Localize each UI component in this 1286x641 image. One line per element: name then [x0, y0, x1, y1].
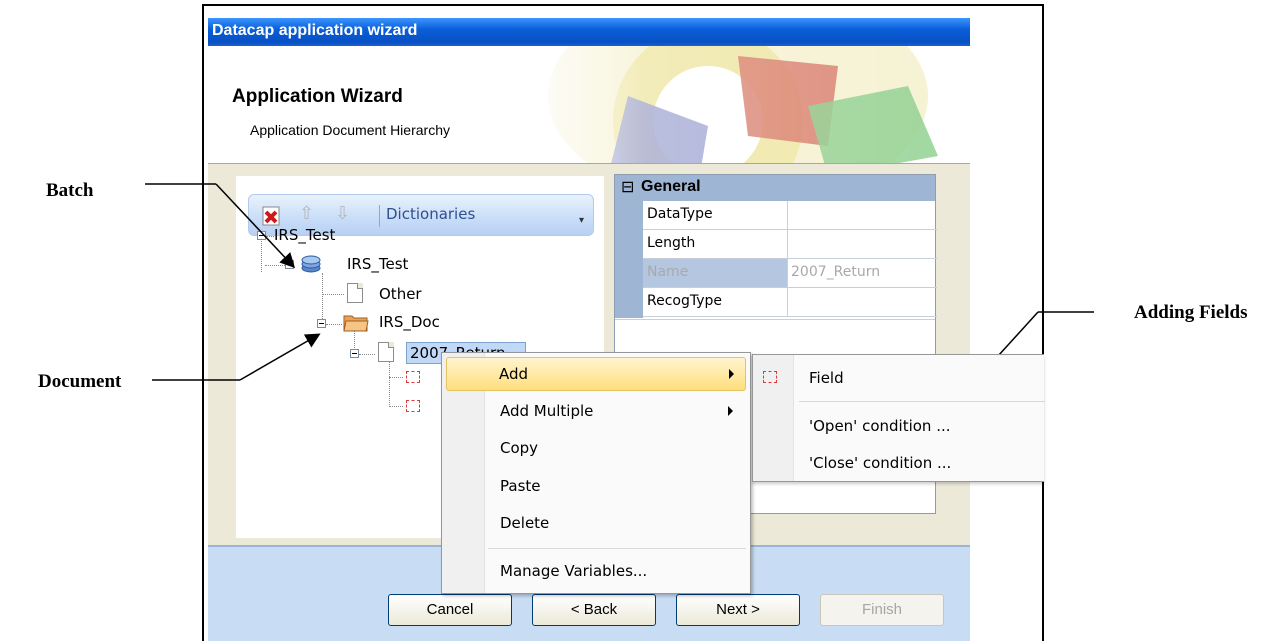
menu-item-paste[interactable]: Paste: [446, 470, 746, 504]
menu-item-label: Paste: [500, 477, 541, 495]
submenu-arrow-icon: [728, 406, 733, 416]
submenu-item-open-condition[interactable]: 'Open' condition ...: [809, 417, 951, 435]
submenu-item-field[interactable]: Field: [809, 369, 844, 387]
document-arrow: [152, 333, 321, 381]
menu-item-label: Delete: [500, 514, 550, 532]
menu-item-add[interactable]: Add: [446, 357, 746, 391]
menu-item-add-multiple[interactable]: Add Multiple: [446, 395, 746, 429]
menu-separator: [488, 548, 746, 549]
menu-item-label: Manage Variables...: [500, 562, 648, 580]
menu-item-label: Add Multiple: [500, 402, 594, 420]
submenu-separator: [799, 401, 1045, 402]
context-menu: Add Add Multiple Copy Paste Delete Manag…: [441, 352, 751, 594]
menu-item-manage-variables[interactable]: Manage Variables...: [446, 555, 746, 589]
batch-arrow: [145, 183, 296, 269]
menu-item-label: Add: [499, 365, 529, 383]
menu-item-delete[interactable]: Delete: [446, 507, 746, 541]
submenu-arrow-icon: [729, 369, 734, 379]
menu-item-copy[interactable]: Copy: [446, 432, 746, 466]
submenu-item-close-condition[interactable]: 'Close' condition ...: [809, 454, 951, 472]
add-submenu: Field 'Open' condition ... 'Close' condi…: [752, 354, 1045, 482]
menu-item-label: Copy: [500, 439, 539, 457]
field-icon: [763, 371, 777, 383]
